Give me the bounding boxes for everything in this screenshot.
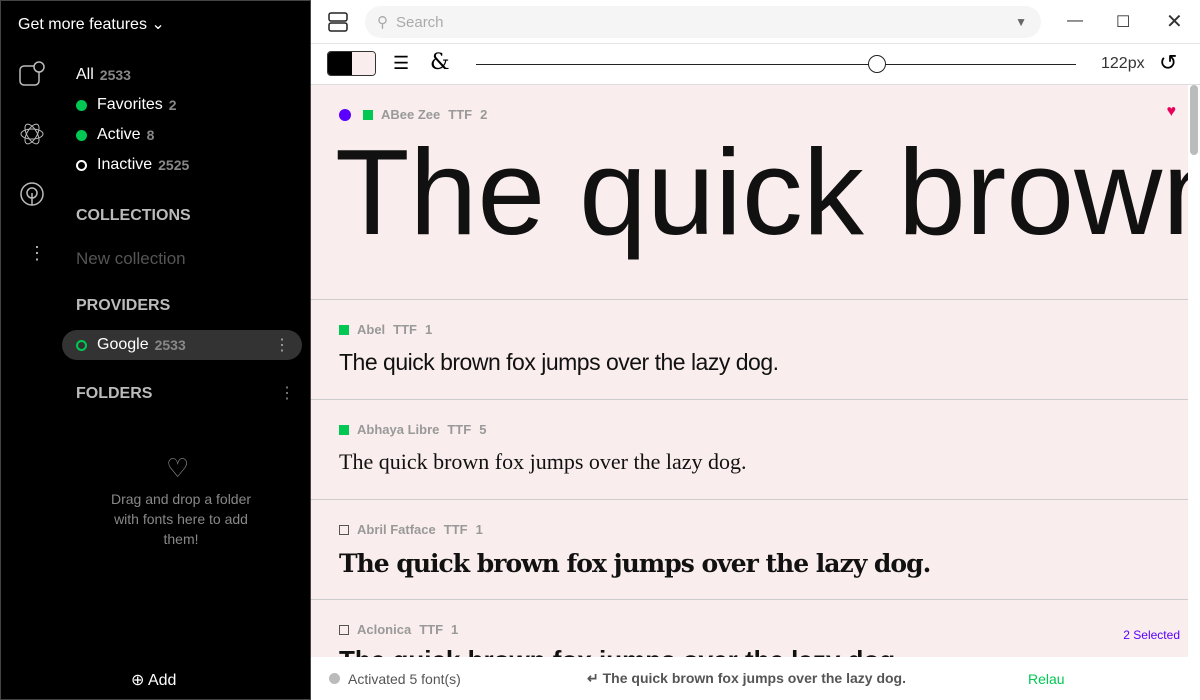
nav-active[interactable]: Active 8 <box>76 126 154 144</box>
providers-heading: PROVIDERS <box>76 297 171 314</box>
toolbar: ☰ & 122px ↺ <box>311 44 1200 85</box>
provider-count: 2533 <box>154 337 186 353</box>
font-sample: The quick brown fox jumps over the lazy … <box>339 349 779 375</box>
collections-heading: COLLECTIONS <box>76 207 191 224</box>
provider-google[interactable]: Google 2533 ⋮ <box>62 330 302 360</box>
font-sample: The quick brown fox jumps over the lazy … <box>339 449 747 474</box>
font-name: Abel <box>357 322 386 337</box>
font-sample: The quick brown fox jumps over the lazy … <box>339 645 1188 657</box>
empty-dot-icon <box>76 159 87 171</box>
nav-label: All <box>76 66 94 83</box>
align-left-icon[interactable]: ☰ <box>393 53 409 74</box>
title-bar: ⚲ Search ▼ — ☐ ✕ <box>311 0 1200 44</box>
nav-favorites[interactable]: Favorites 2 <box>76 96 177 114</box>
theme-toggle[interactable] <box>327 51 376 76</box>
font-count: 2 <box>480 107 488 122</box>
glyphs-icon[interactable]: & <box>430 50 450 75</box>
font-name: Abril Fatface <box>357 522 436 537</box>
more-icon[interactable]: ⋮ <box>28 243 46 264</box>
folders-heading: FOLDERS <box>76 385 153 402</box>
font-format: TTF <box>447 422 472 437</box>
size-slider-handle[interactable] <box>868 55 886 73</box>
green-dot-icon <box>76 99 87 111</box>
add-label: Add <box>147 672 177 689</box>
font-count: 1 <box>451 622 459 637</box>
active-square-icon[interactable] <box>339 324 349 335</box>
nav-count: 2 <box>168 97 177 113</box>
nav-label: Active <box>97 126 141 143</box>
layout-toggle-icon[interactable] <box>328 12 348 37</box>
new-collection-button[interactable]: New collection <box>76 249 186 269</box>
font-format: TTF <box>448 107 473 122</box>
dropdown-arrow-icon[interactable]: ▼ <box>1015 15 1027 29</box>
size-value: 122px <box>1101 55 1145 72</box>
provider-label: Google <box>97 336 149 353</box>
scrollbar[interactable] <box>1190 85 1198 657</box>
nav-label: Favorites <box>97 96 163 113</box>
atom-icon[interactable] <box>19 121 45 152</box>
active-square-icon[interactable] <box>363 109 373 120</box>
close-button[interactable]: ✕ <box>1166 9 1183 34</box>
nav-label: Inactive <box>97 156 153 173</box>
font-list: ABee Zee TTF 2 ♥ The quick brown Abel TTF 1 … <box>311 85 1188 657</box>
selected-dot-icon <box>339 108 351 121</box>
nav-count: 8 <box>146 127 155 143</box>
search-icon: ⚲ <box>377 14 388 31</box>
green-dot-icon <box>76 129 87 141</box>
font-format: TTF <box>419 622 444 637</box>
sidebar: Get more features ⌄ ⋮ All 2533 Favorites 2… <box>0 0 311 700</box>
active-square-icon[interactable] <box>339 424 349 435</box>
size-slider[interactable] <box>476 64 1076 65</box>
heart-outline-icon: ♡ <box>166 453 190 483</box>
font-format: TTF <box>393 322 417 337</box>
minimize-button[interactable]: — <box>1067 12 1083 30</box>
status-bar: Activated 5 font(s) ↵ The quick brown fo… <box>311 657 1200 700</box>
font-name: Abhaya Libre <box>357 422 440 437</box>
get-more-features-button[interactable]: Get more features ⌄ <box>18 14 165 34</box>
broadcast-icon[interactable] <box>19 181 45 212</box>
nav-count: 2533 <box>99 67 131 83</box>
search-input[interactable]: ⚲ Search ▼ <box>365 6 1041 38</box>
chevron-down-icon: ⌄ <box>151 16 165 33</box>
font-item[interactable]: ABee Zee TTF 2 ♥ The quick brown <box>311 85 1188 300</box>
status-dot-icon <box>329 673 340 684</box>
font-sample: The quick brown fox jumps over the lazy … <box>339 549 931 578</box>
font-item[interactable]: Abril Fatface TTF 1 The quick brown fox ju… <box>311 500 1188 600</box>
plus-circle-icon: ⊕ <box>131 672 145 689</box>
font-format: TTF <box>443 522 468 537</box>
inactive-square-icon[interactable] <box>339 624 349 635</box>
drop-hint: Drag and drop a folder with fonts here t… <box>110 491 252 547</box>
maximize-button[interactable]: ☐ <box>1116 12 1130 32</box>
preview-text[interactable]: ↵ The quick brown fox jumps over the laz… <box>587 670 906 687</box>
folders-menu-icon[interactable]: ⋮ <box>279 383 295 403</box>
nav-inactive[interactable]: Inactive 2525 <box>76 156 189 174</box>
font-name: Aclonica <box>357 622 412 637</box>
font-sample: The quick brown <box>335 124 1188 260</box>
reset-icon[interactable]: ↺ <box>1159 50 1177 76</box>
scrollbar-thumb[interactable] <box>1190 85 1198 155</box>
font-item[interactable]: Aclonica TTF 1 2 Selected The quick brown … <box>311 600 1188 657</box>
search-placeholder: Search <box>396 13 444 31</box>
green-ring-icon <box>76 339 87 351</box>
activated-status: Activated 5 font(s) <box>348 670 461 687</box>
nav-count: 2525 <box>158 157 190 173</box>
add-button[interactable]: ⊕ Add <box>131 670 176 690</box>
font-count: 1 <box>475 522 483 537</box>
inactive-square-icon[interactable] <box>339 524 349 535</box>
nav-all[interactable]: All 2533 <box>76 66 131 84</box>
font-count: 1 <box>425 322 433 337</box>
relaunch-button[interactable]: Relau <box>1028 671 1065 687</box>
features-label: Get more features <box>18 16 147 33</box>
font-item[interactable]: Abhaya Libre TTF 5 The quick brown fox jum… <box>311 400 1188 500</box>
font-name: ABee Zee <box>381 107 441 122</box>
provider-menu-icon[interactable]: ⋮ <box>274 335 290 355</box>
font-count: 5 <box>479 422 487 437</box>
font-item[interactable]: Abel TTF 1 The quick brown fox jumps over … <box>311 300 1188 400</box>
heart-icon[interactable]: ♥ <box>1167 103 1177 121</box>
fonts-icon[interactable] <box>19 61 45 92</box>
selected-count: 2 Selected <box>1123 628 1180 642</box>
